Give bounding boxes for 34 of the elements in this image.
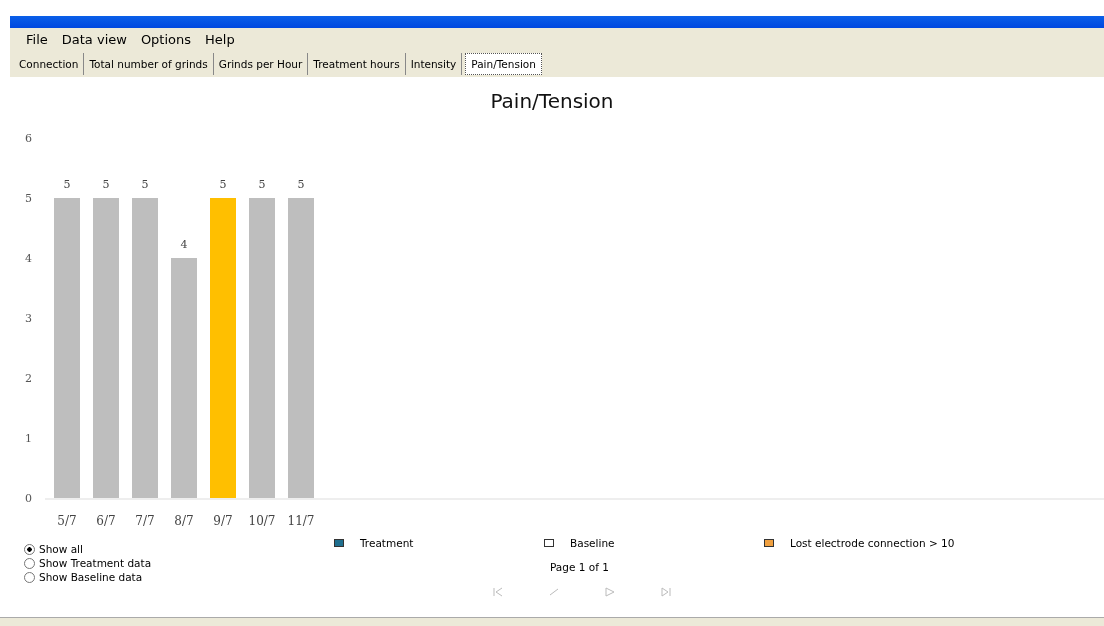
value-label: 5 bbox=[102, 178, 110, 191]
legend-label: Baseline bbox=[570, 537, 615, 549]
value-label: 5 bbox=[258, 178, 266, 191]
radio-option[interactable]: Show Treatment data bbox=[24, 557, 324, 569]
axis-label: 11/7 bbox=[287, 514, 315, 528]
value-label: 4 bbox=[180, 238, 188, 251]
radio-option[interactable]: Show all bbox=[24, 543, 324, 555]
axis-label: 4 bbox=[25, 252, 32, 265]
axis-label: 0 bbox=[25, 492, 32, 505]
axis-label: 5/7 bbox=[57, 514, 77, 528]
axis-label: 1 bbox=[25, 432, 32, 445]
axis-label: 2 bbox=[25, 372, 32, 385]
menu-item[interactable]: Help bbox=[201, 31, 239, 47]
value-label: 5 bbox=[141, 178, 149, 191]
value-label: 5 bbox=[297, 178, 305, 191]
axis-label: 5 bbox=[25, 192, 32, 205]
legend-label: Lost electrode connection > 10 bbox=[790, 537, 955, 549]
value-label: 5 bbox=[63, 178, 71, 191]
legend-label: Treatment bbox=[360, 537, 414, 549]
axis-label: 8/7 bbox=[174, 514, 194, 528]
menu-item[interactable]: Options bbox=[136, 31, 196, 47]
axis-label: 7/7 bbox=[135, 514, 155, 528]
axis-label: 9/7 bbox=[213, 514, 233, 528]
radio-option[interactable]: Show Baseline data bbox=[24, 571, 324, 583]
axis-label: 6/7 bbox=[96, 514, 116, 528]
value-label: 5 bbox=[219, 178, 227, 191]
chart-title: Pain/Tension bbox=[489, 88, 615, 115]
tab[interactable]: Pain/Tension bbox=[465, 53, 542, 75]
menu-item[interactable]: Data view bbox=[57, 31, 131, 47]
axis-label: 6 bbox=[25, 132, 32, 145]
menu-item[interactable]: File bbox=[22, 31, 52, 47]
axis-label: 3 bbox=[25, 312, 32, 325]
page-indicator: Page 1 of 1 bbox=[550, 561, 610, 573]
axis-label: 10/7 bbox=[248, 514, 276, 528]
